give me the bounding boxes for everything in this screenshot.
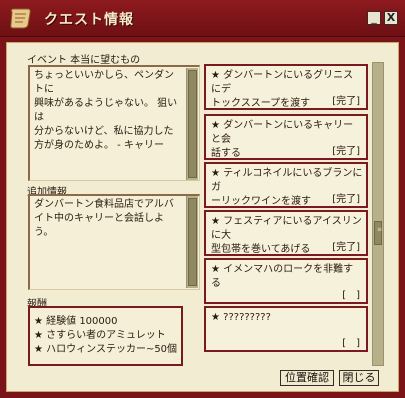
minimize-button[interactable]: _	[367, 11, 381, 25]
reward-item: ★ ハロウィンステッカー~50個	[34, 344, 178, 355]
objective-scrollbar[interactable]: ≡	[372, 62, 384, 366]
quest-description: ちょっといいかしら、ペンダントに 興味があるようじゃない。 狙いは 分からないけ…	[34, 70, 178, 151]
objective-item[interactable]: ★ ダンバートンにいるグリニスにデ トックススープを渡す [完了]	[204, 64, 368, 110]
objective-list: ★ ダンバートンにいるグリニスにデ トックススープを渡す [完了] ★ ダンバー…	[204, 62, 370, 366]
reward-item: ★ 経験値 100000	[34, 316, 118, 327]
objective-item[interactable]: ★ ????????? [ ]	[204, 306, 368, 352]
quest-description-panel: ちょっといいかしら、ペンダントに 興味があるようじゃない。 狙いは 分からないけ…	[28, 65, 200, 181]
objective-status: [完了]	[332, 194, 360, 205]
reward-item: ★ さすらい者のアミュレット	[34, 330, 166, 341]
quest-name: イベント 本当に望むもの	[26, 51, 142, 66]
description-scroll-thumb[interactable]	[188, 70, 197, 178]
title-bar[interactable]: クエスト情報 _ X	[0, 0, 405, 37]
objective-item[interactable]: ★ イメンマハのロークを非難する [ ]	[204, 258, 368, 304]
info-scrollbar[interactable]	[186, 196, 198, 288]
scroll-icon	[10, 8, 31, 29]
objective-status: [ ]	[342, 338, 360, 349]
quest-info-window: クエスト情報 _ X イベント 本当に望むもの ちょっといいかしら、ペンダントに…	[0, 0, 405, 398]
reward-panel: ★ 経験値 100000 ★ さすらい者のアミュレット ★ ハロウィンステッカー…	[28, 306, 183, 366]
objective-item[interactable]: ★ フェスティアにいるアイスリンに大 型包帯を巻いてあげる [完了]	[204, 210, 368, 256]
window-title: クエスト情報	[44, 12, 134, 28]
objective-status: [ ]	[342, 290, 360, 301]
info-scroll-thumb[interactable]	[188, 198, 197, 286]
objective-status: [完了]	[332, 242, 360, 253]
objective-item[interactable]: ★ ティルコネイルにいるブランにガ ーリックワインを渡す [完了]	[204, 162, 368, 208]
additional-info-text: ダンバートン食料品店でアルバ イト中のキャリーと会話しよう。	[34, 199, 174, 238]
objective-text: ★ ?????????	[211, 312, 271, 323]
close-window-button[interactable]: X	[384, 11, 398, 25]
objective-text: ★ イメンマハのロークを非難する	[211, 264, 354, 289]
locate-button[interactable]: 位置確認	[280, 370, 334, 386]
description-scrollbar[interactable]	[186, 68, 198, 180]
close-button[interactable]: 閉じる	[339, 370, 379, 386]
objective-status: [完了]	[332, 96, 360, 107]
objective-status: [完了]	[332, 146, 360, 157]
objective-scroll-thumb[interactable]: ≡	[374, 221, 382, 245]
additional-info-panel: ダンバートン食料品店でアルバ イト中のキャリーと会話しよう。	[28, 194, 200, 290]
objective-item[interactable]: ★ ダンバートンにいるキャリーと会 話する [完了]	[204, 114, 368, 160]
grip-icon: ≡	[377, 226, 383, 233]
